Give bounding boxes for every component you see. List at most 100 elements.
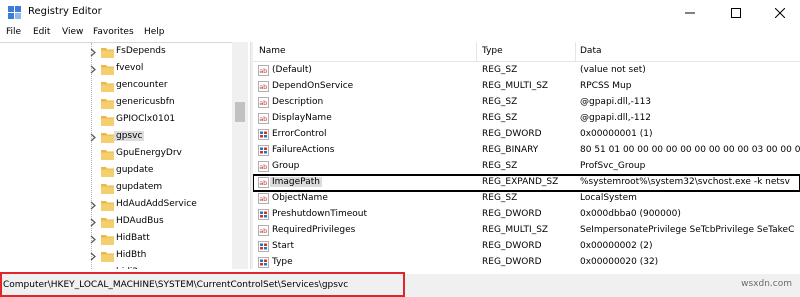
key-tree[interactable]: FsDepends fvevol gencounter genericusbfn GPI… xyxy=(0,42,248,269)
chevron-right-icon[interactable] xyxy=(89,48,97,57)
value-name: Group xyxy=(272,161,300,171)
registry-icon xyxy=(8,6,21,19)
value-name: Type xyxy=(272,257,293,267)
value-row[interactable]: ab DependOnService REG_MULTI_SZ RPCSS Mup xyxy=(253,79,800,95)
value-row[interactable]: ab ObjectName REG_SZ LocalSystem xyxy=(253,191,800,207)
svg-text:ab: ab xyxy=(259,195,267,203)
binary-value-icon xyxy=(258,145,269,156)
value-type: REG_DWORD xyxy=(482,241,542,251)
menu-file[interactable]: File xyxy=(6,27,21,37)
value-type: REG_BINARY xyxy=(482,145,539,155)
tree-item-label: genericusbfn xyxy=(116,97,175,107)
maximize-button[interactable] xyxy=(714,0,758,25)
column-divider[interactable] xyxy=(575,42,576,62)
tree-item[interactable]: HDAudBus xyxy=(0,214,232,231)
value-data: RPCSS Mup xyxy=(580,81,632,91)
scrollbar-thumb[interactable] xyxy=(235,102,245,122)
menu-favorites[interactable]: Favorites xyxy=(93,27,134,37)
tree-item-label: gupdatem xyxy=(116,182,163,192)
tree-item[interactable]: GPIOClx0101 xyxy=(0,112,232,129)
value-data: @gpapi.dll,-112 xyxy=(580,113,652,123)
binary-value-icon xyxy=(258,129,269,140)
tree-item[interactable]: HdAudAddService xyxy=(0,197,232,214)
title-bar: Registry Editor xyxy=(0,0,800,25)
folder-icon xyxy=(101,218,114,228)
value-row[interactable]: ab RequiredPrivileges REG_MULTI_SZ SeImpers… xyxy=(253,223,800,239)
tree-item-label: hidi2c xyxy=(116,267,143,269)
value-name: DependOnService xyxy=(272,81,354,91)
window-title: Registry Editor xyxy=(28,6,102,17)
menu-edit[interactable]: Edit xyxy=(33,27,50,37)
close-button[interactable] xyxy=(758,0,800,25)
tree-item[interactable]: gupdate xyxy=(0,163,232,180)
value-row[interactable]: ab Description REG_SZ @gpapi.dll,-113 xyxy=(253,95,800,111)
tree-item[interactable]: FsDepends xyxy=(0,44,232,61)
tree-item[interactable]: HidBatt xyxy=(0,231,232,248)
value-type: REG_DWORD xyxy=(482,129,542,139)
chevron-right-icon[interactable] xyxy=(89,201,97,210)
value-data: ProfSvc_Group xyxy=(580,161,646,171)
tree-item[interactable]: gupdatem xyxy=(0,180,232,197)
column-type[interactable]: Type xyxy=(482,46,503,56)
value-row[interactable]: ab ImagePath REG_EXPAND_SZ %systemroot%\sys… xyxy=(253,174,800,192)
column-divider[interactable] xyxy=(476,42,477,62)
menu-bar: File Edit View Favorites Help xyxy=(0,25,800,42)
folder-icon xyxy=(101,65,114,75)
string-value-icon: ab xyxy=(258,193,269,204)
value-data: @gpapi.dll,-113 xyxy=(580,97,652,107)
svg-text:ab: ab xyxy=(259,115,267,123)
string-value-icon: ab xyxy=(258,161,269,172)
column-data[interactable]: Data xyxy=(580,46,602,56)
tree-item-label: GpuEnergyDrv xyxy=(116,148,182,158)
value-name: ErrorControl xyxy=(272,129,327,139)
chevron-right-icon[interactable] xyxy=(89,133,97,142)
value-row[interactable]: PreshutdownTimeout REG_DWORD 0x000dbba0 (9… xyxy=(253,207,800,223)
tree-item[interactable]: gencounter xyxy=(0,78,232,95)
string-value-icon: ab xyxy=(258,225,269,236)
tree-item-label: gencounter xyxy=(116,80,168,90)
menu-help[interactable]: Help xyxy=(144,27,165,37)
tree-item[interactable]: HidBth xyxy=(0,248,232,265)
value-data: %systemroot%\system32\svchost.exe -k net… xyxy=(580,177,790,187)
value-name: RequiredPrivileges xyxy=(272,225,356,235)
value-data: (value not set) xyxy=(580,65,646,75)
close-icon xyxy=(775,7,785,18)
tree-item[interactable]: fvevol xyxy=(0,61,232,78)
value-data: 0x000dbba0 (900000) xyxy=(580,209,681,219)
value-row[interactable]: ab Group REG_SZ ProfSvc_Group xyxy=(253,159,800,175)
value-row[interactable]: ErrorControl REG_DWORD 0x00000001 (1) xyxy=(253,127,800,143)
column-name[interactable]: Name xyxy=(259,46,286,56)
binary-value-icon xyxy=(258,257,269,268)
folder-icon xyxy=(101,99,114,109)
value-row[interactable]: Type REG_DWORD 0x00000020 (32) xyxy=(253,255,800,269)
value-type: REG_SZ xyxy=(482,113,518,123)
tree-item[interactable]: gpsvc xyxy=(0,129,232,146)
value-type: REG_MULTI_SZ xyxy=(482,225,549,235)
chevron-right-icon[interactable] xyxy=(89,65,97,74)
chevron-right-icon[interactable] xyxy=(89,252,97,261)
tree-item[interactable]: GpuEnergyDrv xyxy=(0,146,232,163)
value-row[interactable]: Start REG_DWORD 0x00000002 (2) xyxy=(253,239,800,255)
binary-value-icon xyxy=(258,209,269,220)
value-data: SeImpersonatePrivilege SeTcbPrivilege Se… xyxy=(580,225,795,235)
value-row[interactable]: ab DisplayName REG_SZ @gpapi.dll,-112 xyxy=(253,111,800,127)
value-data: 0x00000001 (1) xyxy=(580,129,653,139)
minimize-button[interactable] xyxy=(668,0,712,25)
value-name: (Default) xyxy=(272,65,312,75)
tree-item-label: HidBatt xyxy=(116,233,150,243)
chevron-right-icon[interactable] xyxy=(89,235,97,244)
menu-view[interactable]: View xyxy=(62,27,83,37)
folder-icon xyxy=(101,201,114,211)
chevron-right-icon[interactable] xyxy=(89,218,97,227)
svg-text:ab: ab xyxy=(259,83,267,91)
tree-item[interactable]: hidi2c xyxy=(0,265,232,269)
value-row[interactable]: ab (Default) REG_SZ (value not set) xyxy=(253,63,800,79)
values-list[interactable]: Name Type Data ab (Default) REG_SZ (value n… xyxy=(253,42,800,269)
value-type: REG_DWORD xyxy=(482,257,542,267)
tree-item-label: gupdate xyxy=(116,165,154,175)
svg-text:ab: ab xyxy=(259,227,267,235)
tree-scrollbar[interactable] xyxy=(232,42,248,269)
tree-item[interactable]: genericusbfn xyxy=(0,95,232,112)
value-row[interactable]: FailureActions REG_BINARY 80 51 01 00 00 0… xyxy=(253,143,800,159)
value-data: LocalSystem xyxy=(580,193,637,203)
